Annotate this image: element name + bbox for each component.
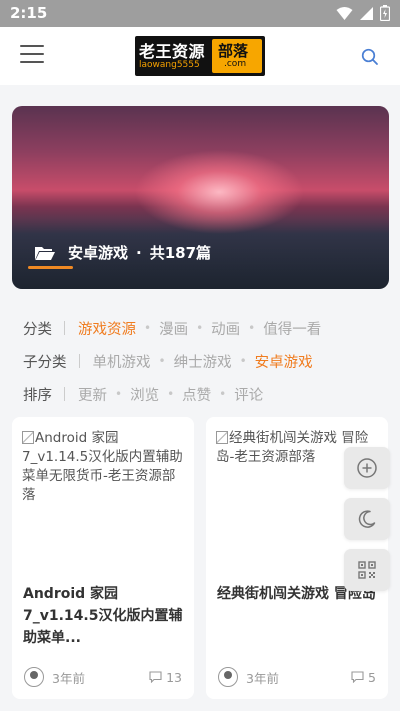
- post-meta: 3年前 13: [24, 667, 182, 687]
- folder-open-icon: [35, 246, 55, 260]
- post-time: 3年前: [246, 670, 279, 686]
- filter-separator: [64, 387, 65, 401]
- post-card[interactable]: Android 家园7_v1.14.5汉化版内置辅助菜单无限货币-老王资源部落 …: [12, 417, 194, 699]
- search-icon[interactable]: [360, 47, 380, 67]
- banner-underline: [28, 266, 73, 269]
- avatar[interactable]: [218, 667, 238, 687]
- filter-option-comics[interactable]: 漫画: [159, 318, 188, 339]
- filter-subcategory-row: 子分类 单机游戏 • 绅士游戏 • 安卓游戏: [23, 351, 313, 371]
- filter-option-game-resources[interactable]: 游戏资源: [78, 318, 136, 339]
- comment-icon: [351, 671, 364, 683]
- broken-image-icon: [216, 431, 228, 444]
- status-icons: [336, 5, 390, 21]
- sort-option-comments[interactable]: 评论: [234, 384, 263, 405]
- comment-icon: [149, 671, 162, 683]
- post-time: 3年前: [52, 670, 85, 686]
- filter-bullet: •: [239, 354, 247, 368]
- menu-icon[interactable]: [20, 45, 44, 67]
- filter-sort-label: 排序: [23, 387, 52, 404]
- signal-icon: [360, 6, 373, 20]
- logo-badge-com: .com: [224, 59, 247, 69]
- post-comment-count: 13: [166, 669, 182, 685]
- add-icon[interactable]: [344, 447, 390, 489]
- post-title[interactable]: Android 家园7_v1.14.5汉化版内置辅助菜单...: [23, 583, 184, 649]
- bottom-spacer: [0, 701, 400, 711]
- logo-badge: 部落 .com: [212, 39, 262, 73]
- filter-bullet: •: [219, 387, 227, 401]
- post-comment-count: 5: [368, 669, 376, 685]
- filter-bullet: •: [196, 321, 204, 335]
- filter-sort-row: 排序 更新 • 浏览 • 点赞 • 评论: [23, 384, 263, 404]
- filter-bullet: •: [167, 387, 175, 401]
- logo-badge-text: 部落: [218, 42, 249, 60]
- logo-main-text: 老王资源: [139, 42, 206, 61]
- filter-separator: [64, 321, 65, 335]
- filter-category-row: 分类 游戏资源 • 漫画 • 动画 • 值得一看: [23, 318, 321, 338]
- wifi-icon: [336, 6, 353, 20]
- moon-icon[interactable]: [344, 498, 390, 540]
- logo-sub-text: laowang5555: [139, 60, 200, 70]
- sort-option-likes[interactable]: 点赞: [182, 384, 211, 405]
- post-thumbnail[interactable]: Android 家园7_v1.14.5汉化版内置辅助菜单无限货币-老王资源部落: [22, 429, 184, 505]
- app-header: 老王资源 laowang5555 部落 .com: [0, 27, 400, 85]
- qrcode-icon[interactable]: [344, 549, 390, 591]
- broken-image-icon: [22, 431, 34, 444]
- banner-dot: ·: [136, 243, 142, 262]
- filter-bullet: •: [144, 321, 152, 335]
- sort-option-views[interactable]: 浏览: [130, 384, 159, 405]
- site-logo[interactable]: 老王资源 laowang5555 部落 .com: [135, 36, 265, 76]
- filter-bullet: •: [115, 387, 123, 401]
- filter-separator: [78, 354, 80, 368]
- post-meta: 3年前 5: [218, 667, 376, 687]
- avatar[interactable]: [24, 667, 44, 687]
- filter-option-single-player[interactable]: 单机游戏: [93, 351, 151, 372]
- status-time: 2:15: [10, 4, 48, 22]
- filter-option-worth-watching[interactable]: 值得一看: [263, 318, 321, 339]
- filter-bullet: •: [248, 321, 256, 335]
- post-thumbnail-alt: Android 家园7_v1.14.5汉化版内置辅助菜单无限货币-老王资源部落: [22, 430, 183, 503]
- banner-category: 安卓游戏: [68, 244, 129, 262]
- floating-toolbar: [344, 447, 390, 600]
- post-comments: 13: [149, 670, 182, 685]
- banner-title: 安卓游戏 · 共187篇: [34, 242, 211, 263]
- status-bar: 2:15: [0, 0, 400, 27]
- post-comments: 5: [351, 670, 376, 685]
- battery-icon: [380, 5, 390, 21]
- filter-category-label: 分类: [23, 321, 52, 338]
- filter-option-gentleman-games[interactable]: 绅士游戏: [174, 351, 232, 372]
- filter-option-android-games[interactable]: 安卓游戏: [255, 351, 313, 372]
- sort-option-updated[interactable]: 更新: [78, 384, 107, 405]
- filter-option-animation[interactable]: 动画: [211, 318, 240, 339]
- banner-count: 共187篇: [149, 244, 212, 262]
- filter-subcategory-label: 子分类: [23, 354, 67, 371]
- category-banner: 安卓游戏 · 共187篇: [12, 106, 389, 289]
- filter-bullet: •: [158, 354, 166, 368]
